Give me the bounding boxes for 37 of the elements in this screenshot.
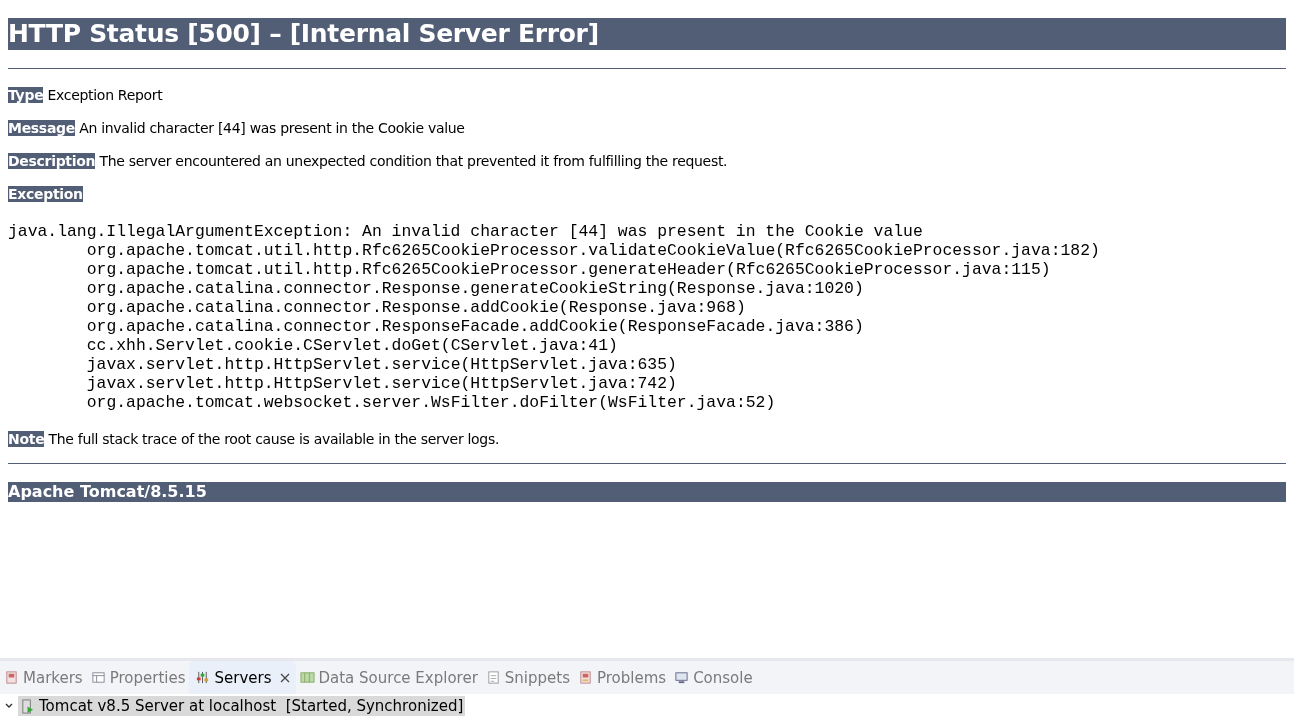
field-text: Exception Report	[47, 87, 163, 103]
server-icon	[20, 698, 35, 714]
sliders-icon	[195, 670, 211, 685]
table-icon	[90, 670, 106, 685]
stack-trace-line: javax.servlet.http.HttpServlet.service(HttpServlet.java:635)	[85, 355, 677, 374]
stack-trace-line: org.apache.tomcat.websocket.server.WsFilter.doFilter(WsFilter.java:52)	[85, 393, 776, 412]
field-text: The server encountered an unexpected condition that prevented it from fulfilling the request.	[99, 153, 728, 169]
monitor-icon	[674, 670, 690, 685]
stack-trace-line: cc.xhh.Servlet.cookie.CServlet.doGet(CServlet.java:41)	[85, 336, 618, 355]
close-icon[interactable]	[279, 672, 290, 683]
marker-icon	[4, 670, 19, 685]
server-version: Apache Tomcat/8.5.15	[8, 482, 1286, 502]
panel-tab[interactable]: Console	[670, 661, 757, 694]
field-label: Type	[8, 87, 44, 103]
stack-trace-line: org.apache.catalina.connector.ResponseFacade.addCookie(ResponseFacade.java:386)	[85, 317, 864, 336]
stack-trace-line: org.apache.tomcat.util.http.Rfc6265CookieProcessor.generateHeader(Rfc6265CookieProcessor.java:115)	[85, 260, 1051, 279]
panel-tab[interactable]: Snippets	[481, 661, 574, 694]
field-text: An invalid character [44] was present in the Cookie value	[79, 120, 465, 136]
field-label: Note	[8, 431, 45, 447]
field-label: Message	[8, 120, 75, 136]
stack-trace-line: java.lang.IllegalArgumentException: An invalid character [44] was present in the Cookie value	[8, 222, 923, 241]
document-icon	[485, 670, 501, 685]
warning-list-icon	[578, 670, 593, 685]
page-title: HTTP Status [500] – [Internal Server Error]	[8, 18, 1286, 50]
stack-trace-line: org.apache.catalina.connector.Response.generateCookieString(Response.java:1020)	[85, 279, 864, 298]
stack-trace-line: org.apache.tomcat.util.http.Rfc6265CookieProcessor.validateCookieValue(Rfc6265CookieProcessor.java:182)	[85, 241, 1100, 260]
panel-tab[interactable]: Problems	[574, 661, 671, 694]
field-label: Exception	[8, 186, 83, 202]
field-text: The full stack trace of the root cause is available in the server logs.	[48, 431, 500, 447]
panel-tab[interactable]: Properties	[86, 661, 190, 694]
server-item[interactable]: Tomcat v8.5 Server at localhost [Started, Synchronized]	[18, 696, 466, 716]
panel-tab[interactable]: Servers	[189, 661, 296, 694]
stack-trace-line: javax.servlet.http.HttpServlet.service(HttpServlet.java:742)	[85, 374, 677, 393]
field-label: Description	[8, 153, 96, 169]
panel-tab[interactable]: Markers	[0, 661, 87, 694]
panel-tab[interactable]: Data Source Explorer	[295, 661, 482, 694]
stack-trace-line: org.apache.catalina.connector.Response.addCookie(Response.java:968)	[85, 298, 746, 317]
